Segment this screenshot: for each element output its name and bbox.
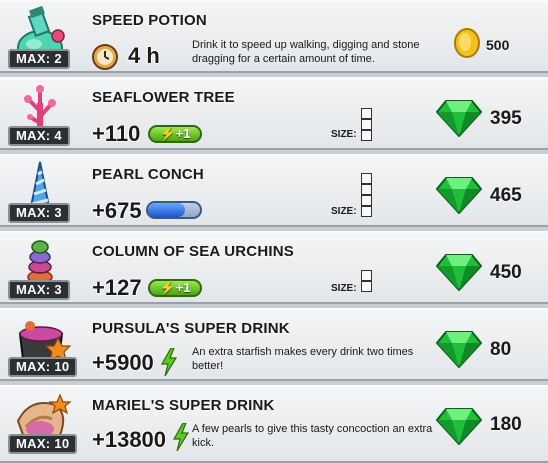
item-description: An extra starfish makes every drink two … bbox=[192, 346, 414, 372]
item-title: MARIEL'S SUPER DRINK bbox=[92, 397, 275, 414]
size-label: SIZE: bbox=[331, 129, 357, 140]
size-cell bbox=[361, 281, 372, 292]
item-title: SEAFLOWER TREE bbox=[92, 89, 235, 106]
clock-icon bbox=[92, 44, 118, 70]
max-badge: MAX: 10 bbox=[8, 434, 78, 454]
max-badge: MAX: 2 bbox=[8, 49, 70, 69]
gem-icon bbox=[436, 331, 482, 368]
item-title: COLUMN OF SEA URCHINS bbox=[92, 243, 294, 260]
size-cell bbox=[361, 119, 372, 130]
price-value: 465 bbox=[490, 185, 522, 206]
price-value: 450 bbox=[490, 262, 522, 283]
lightning-icon bbox=[172, 423, 190, 451]
max-badge: MAX: 10 bbox=[8, 357, 78, 377]
price-value: 500 bbox=[486, 37, 510, 53]
progress-bar bbox=[146, 201, 202, 219]
duration-value: 4 h bbox=[128, 43, 160, 68]
bonus-value: +13800 bbox=[92, 427, 167, 452]
shop-item-mariels-super-drink[interactable]: MAX: 10 MARIEL'S SUPER DRINK +13800 A fe… bbox=[0, 385, 548, 463]
size-cell bbox=[361, 184, 372, 195]
progress-fill bbox=[148, 203, 186, 217]
bonus-value: +675 bbox=[92, 198, 142, 223]
bonus-value: +127 bbox=[92, 275, 142, 300]
max-badge: MAX: 4 bbox=[8, 126, 70, 146]
item-description: A few pearls to give this tasty concocti… bbox=[192, 423, 433, 449]
max-badge: MAX: 3 bbox=[8, 203, 70, 223]
item-title: PURSULA'S SUPER DRINK bbox=[92, 320, 290, 337]
shop-item-pearl-conch[interactable]: MAX: 3 PEARL CONCH +675 SIZE: 465 bbox=[0, 154, 548, 227]
shop-item-pursulas-super-drink[interactable]: MAX: 10 PURSULA'S SUPER DRINK +5900 An e… bbox=[0, 308, 548, 381]
item-title: PEARL CONCH bbox=[92, 166, 204, 183]
gem-icon bbox=[436, 100, 482, 137]
energy-bonus-pill: ⚡+1 bbox=[148, 279, 202, 297]
size-cell bbox=[361, 108, 372, 119]
shop-item-seaflower-tree[interactable]: MAX: 4 SEAFLOWER TREE +110 ⚡+1 SIZE: 395 bbox=[0, 77, 548, 150]
item-title: SPEED POTION bbox=[92, 12, 207, 29]
bonus-value: +5900 bbox=[92, 350, 154, 375]
bonus-value: +110 bbox=[92, 121, 141, 146]
size-label: SIZE: bbox=[331, 206, 357, 217]
price-value: 80 bbox=[490, 339, 512, 360]
lightning-icon: ⚡ bbox=[159, 126, 176, 141]
gem-icon bbox=[436, 408, 482, 445]
energy-bonus-pill: ⚡+1 bbox=[148, 125, 202, 143]
shop-item-column-of-sea-urchins[interactable]: MAX: 3 COLUMN OF SEA URCHINS +127 ⚡+1 SI… bbox=[0, 231, 548, 304]
price-value: 395 bbox=[490, 108, 522, 129]
shop-item-speed-potion[interactable]: MAX: 2 SPEED POTION 4 h Drink it to spee… bbox=[0, 0, 548, 73]
coin-icon bbox=[454, 28, 480, 58]
item-description: Drink it to speed up walking, digging an… bbox=[192, 39, 420, 65]
size-cell bbox=[361, 270, 372, 281]
size-label: SIZE: bbox=[331, 283, 357, 294]
max-badge: MAX: 3 bbox=[8, 280, 70, 300]
gem-icon bbox=[436, 254, 482, 291]
lightning-icon bbox=[160, 348, 178, 376]
size-cell bbox=[361, 173, 372, 184]
lightning-icon: ⚡ bbox=[159, 280, 176, 295]
gem-icon bbox=[436, 177, 482, 214]
size-cell bbox=[361, 195, 372, 206]
size-cell bbox=[361, 206, 372, 217]
size-cell bbox=[361, 130, 372, 141]
price-value: 180 bbox=[490, 414, 522, 435]
